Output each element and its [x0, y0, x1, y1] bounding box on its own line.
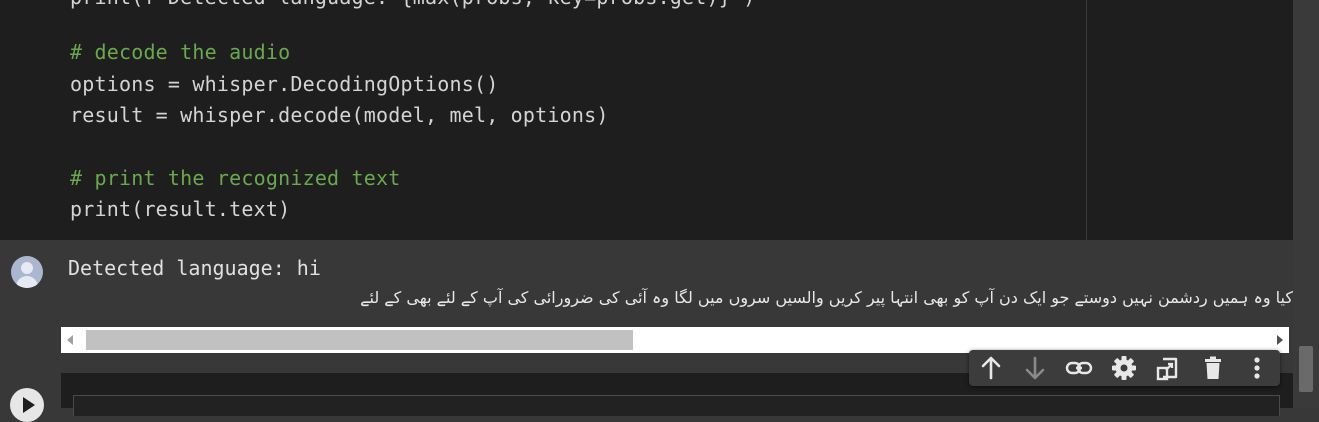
- arrow-up-icon: [981, 356, 1001, 380]
- gear-icon: [1112, 356, 1136, 380]
- arrow-down-icon: [1025, 356, 1045, 380]
- mirror-cell-button[interactable]: [1153, 353, 1183, 383]
- next-cell-editor[interactable]: [73, 395, 1280, 416]
- mirror-cell-icon: [1156, 357, 1178, 381]
- scroll-left-icon[interactable]: [67, 335, 73, 345]
- vertical-scroll-thumb[interactable]: [1299, 346, 1313, 392]
- play-icon: [23, 397, 35, 413]
- detected-language-output: Detected language: hi: [68, 256, 321, 280]
- transcription-output: کیا وہ ہمیں ردشمن نہیں دوستے جو ایک دن آ…: [360, 288, 1293, 307]
- horizontal-scroll-thumb[interactable]: [86, 330, 633, 350]
- code-comment-decode: # decode the audio: [70, 40, 291, 64]
- code-line-options: options = whisper.DecodingOptions(): [70, 72, 499, 96]
- code-line-print-language: print(f"Detected language: {max(probs, k…: [70, 0, 756, 10]
- output-avatar-icon: [11, 256, 43, 288]
- link-icon: [1065, 361, 1093, 375]
- run-cell-button[interactable]: [10, 388, 44, 422]
- cell-settings-button[interactable]: [1109, 353, 1139, 383]
- code-line-result: result = whisper.decode(model, mel, opti…: [70, 103, 609, 127]
- cell-divider: [1086, 0, 1087, 240]
- code-line-print-result: print(result.text): [70, 197, 291, 221]
- cell-toolbar: [969, 350, 1280, 386]
- more-vert-icon: [1254, 357, 1260, 379]
- more-actions-button[interactable]: [1242, 353, 1272, 383]
- code-comment-print: # print the recognized text: [70, 166, 401, 190]
- delete-cell-button[interactable]: [1198, 353, 1228, 383]
- move-cell-down-button[interactable]: [1020, 353, 1050, 383]
- scroll-right-icon[interactable]: [1277, 335, 1283, 345]
- trash-icon: [1205, 356, 1221, 379]
- code-cell[interactable]: print(f"Detected language: {max(probs, k…: [0, 0, 1293, 240]
- copy-link-button[interactable]: [1064, 353, 1094, 383]
- move-cell-up-button[interactable]: [976, 353, 1006, 383]
- page-vertical-scrollbar[interactable]: [1293, 0, 1319, 408]
